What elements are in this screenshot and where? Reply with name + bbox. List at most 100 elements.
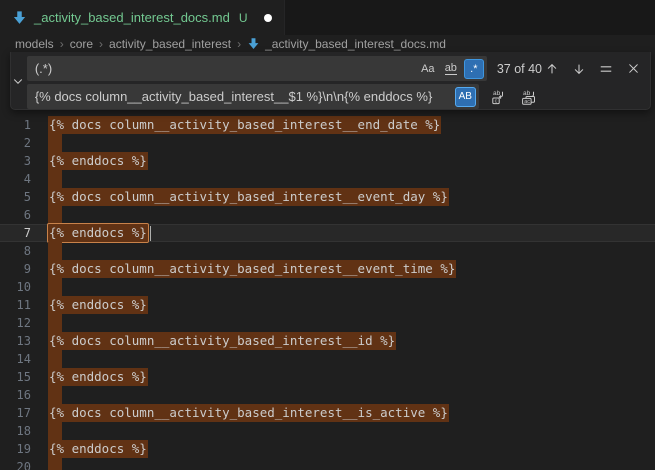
line-content: [31, 134, 62, 152]
breadcrumb-activity-based-interest[interactable]: activity_based_interest: [109, 37, 231, 51]
line-content: [31, 278, 62, 296]
tab-bar: _activity_based_interest_docs.md U: [0, 0, 655, 35]
find-row: (.*) Aa ab .* 37 of 40: [25, 56, 650, 81]
replace-value: {% docs column__activity_based_interest_…: [27, 89, 455, 104]
unsaved-changes-dot[interactable]: [264, 14, 272, 22]
find-match-highlight: {% enddocs %}: [48, 152, 148, 170]
find-match-highlight: {% docs column__activity_based_interest_…: [48, 260, 456, 278]
code-line[interactable]: 11{% enddocs %}: [0, 296, 655, 314]
code-line[interactable]: 8: [0, 242, 655, 260]
code-line[interactable]: 15{% enddocs %}: [0, 368, 655, 386]
find-match-highlight: {% docs column__activity_based_interest_…: [48, 188, 449, 206]
line-content: {% docs column__activity_based_interest_…: [31, 332, 396, 350]
line-content: {% enddocs %}: [31, 440, 148, 458]
find-match-empty-highlight: [48, 458, 62, 470]
code-line[interactable]: 3{% enddocs %}: [0, 152, 655, 170]
code-line[interactable]: 18: [0, 422, 655, 440]
code-line[interactable]: 2: [0, 134, 655, 152]
line-content: {% enddocs %}: [31, 368, 148, 386]
line-number: 7: [0, 224, 31, 242]
line-content: [31, 386, 62, 404]
code-line[interactable]: 12: [0, 314, 655, 332]
breadcrumb-core[interactable]: core: [70, 37, 93, 51]
replace-button[interactable]: ab c: [489, 87, 509, 107]
code-line[interactable]: 10: [0, 278, 655, 296]
find-match-highlight: {% docs column__activity_based_interest_…: [48, 332, 396, 350]
find-match-empty-highlight: [48, 422, 62, 440]
line-number: 10: [0, 278, 31, 296]
line-number: 1: [0, 116, 31, 134]
find-replace-widget: (.*) Aa ab .* 37 of 40: [10, 52, 651, 110]
code-line[interactable]: 20: [0, 458, 655, 470]
whole-word-toggle[interactable]: ab: [441, 59, 461, 79]
breadcrumb-models[interactable]: models: [15, 37, 54, 51]
line-content: {% docs column__activity_based_interest_…: [31, 260, 456, 278]
code-line[interactable]: 9{% docs column__activity_based_interest…: [0, 260, 655, 278]
search-input[interactable]: (.*) Aa ab .*: [27, 56, 487, 81]
breadcrumb-file[interactable]: _activity_based_interest_docs.md: [247, 37, 446, 51]
line-number: 19: [0, 440, 31, 458]
line-content: [31, 350, 62, 368]
line-number: 13: [0, 332, 31, 350]
arrow-up-icon: [545, 62, 559, 76]
regex-toggle[interactable]: .*: [464, 59, 484, 79]
code-line[interactable]: 6: [0, 206, 655, 224]
editor[interactable]: 1 {% docs column__activity_based_interest…: [0, 52, 655, 470]
replace-all-button[interactable]: ab ac: [519, 87, 539, 107]
previous-match-button[interactable]: [542, 59, 562, 79]
match-case-toggle[interactable]: Aa: [418, 59, 438, 79]
code-line[interactable]: 17{% docs column__activity_based_interes…: [0, 404, 655, 422]
line-content: {% enddocs %}: [31, 224, 151, 242]
find-match-empty-highlight: [48, 350, 62, 368]
code-line[interactable]: 16: [0, 386, 655, 404]
code-line[interactable]: 14: [0, 350, 655, 368]
code-line[interactable]: 19{% enddocs %}: [0, 440, 655, 458]
line-number: 6: [0, 206, 31, 224]
line-number: 5: [0, 188, 31, 206]
line-content: [31, 422, 62, 440]
preserve-case-toggle[interactable]: AB: [455, 87, 476, 107]
line-content: [31, 458, 62, 470]
tab-activity-based-interest-docs[interactable]: _activity_based_interest_docs.md U: [0, 0, 285, 35]
find-match-empty-highlight: [48, 314, 62, 332]
breadcrumb: models › core › activity_based_interest …: [0, 35, 655, 52]
find-match-highlight: {% docs column__activity_based_interest_…: [48, 116, 441, 134]
markdown-file-icon: [247, 37, 260, 50]
replace-all-icon: ab ac: [520, 89, 537, 105]
line-number: 4: [0, 170, 31, 188]
whole-word-icon: ab: [445, 63, 457, 75]
line-number: 18: [0, 422, 31, 440]
close-find-button[interactable]: [623, 59, 643, 79]
tab-filename: _activity_based_interest_docs.md: [34, 10, 230, 25]
svg-text:ab: ab: [493, 90, 501, 97]
line-content: [31, 314, 62, 332]
replace-input[interactable]: {% docs column__activity_based_interest_…: [27, 84, 479, 109]
line-number: 16: [0, 386, 31, 404]
line-number: 8: [0, 242, 31, 260]
line-number: 12: [0, 314, 31, 332]
code-lines: 1 {% docs column__activity_based_interest…: [0, 116, 655, 470]
line-content: [31, 242, 62, 260]
line-number: 14: [0, 350, 31, 368]
match-case-icon: Aa: [421, 63, 434, 75]
code-line[interactable]: 7{% enddocs %}: [0, 224, 655, 242]
code-line[interactable]: 13 {% docs column__activity_based_interes…: [0, 332, 655, 350]
line-content: [31, 170, 62, 188]
code-line[interactable]: 5 {% docs column__activity_based_interest…: [0, 188, 655, 206]
replace-icon: ab c: [491, 89, 507, 105]
next-match-button[interactable]: [569, 59, 589, 79]
breadcrumb-filename: _activity_based_interest_docs.md: [265, 37, 446, 51]
line-number: 17: [0, 404, 31, 422]
find-in-selection-button[interactable]: [596, 59, 616, 79]
find-in-selection-icon: [599, 62, 613, 76]
svg-text:c: c: [494, 98, 497, 104]
toggle-replace-button[interactable]: [11, 52, 25, 109]
svg-text:ab: ab: [523, 90, 531, 97]
close-icon: [627, 62, 640, 75]
code-line[interactable]: 4: [0, 170, 655, 188]
regex-icon: .*: [470, 63, 477, 75]
find-match-empty-highlight: [48, 206, 62, 224]
line-content: {% docs column__activity_based_interest_…: [31, 404, 449, 422]
chevron-right-icon: ›: [236, 37, 242, 51]
code-line[interactable]: 1 {% docs column__activity_based_interest…: [0, 116, 655, 134]
